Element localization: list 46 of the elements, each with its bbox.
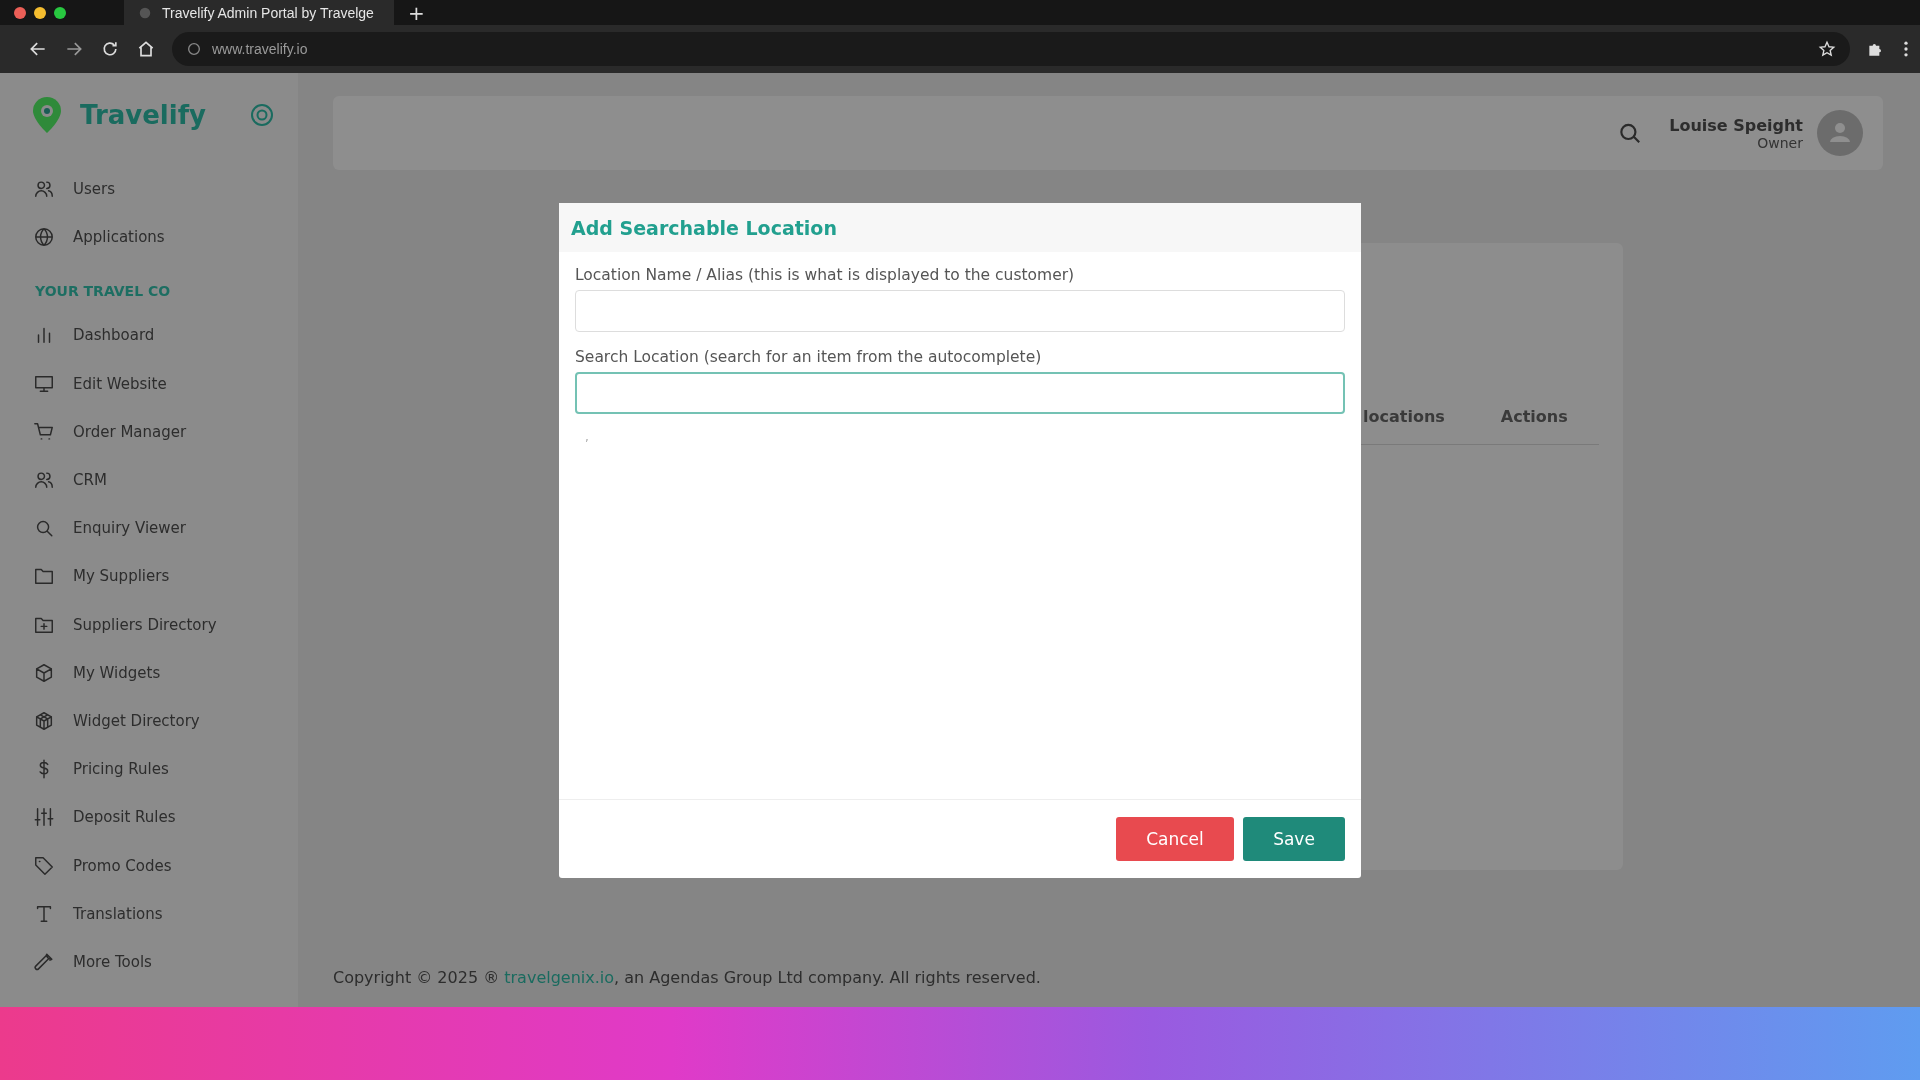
- nav-item[interactable]: Widget Directory: [30, 696, 298, 746]
- tag-icon: [33, 854, 55, 877]
- nav-item[interactable]: Promo Codes: [30, 841, 298, 890]
- input-field[interactable]: [575, 290, 1345, 332]
- column-header: Actions: [1500, 407, 1568, 426]
- nav-item[interactable]: My Suppliers: [30, 552, 298, 601]
- nav-item[interactable]: Users: [30, 165, 298, 214]
- nav-item[interactable]: CRM: [30, 455, 298, 505]
- nav-item[interactable]: My Widgets: [30, 648, 298, 697]
- nav-item[interactable]: Enquiry Viewer: [30, 504, 298, 553]
- copyright-text: Copyright © 2025 ® travelgenix.io, an Agendas Group Ltd company. All rights reserved.: [333, 968, 1042, 989]
- save-button[interactable]: Save: [1243, 817, 1345, 861]
- cube-icon: [33, 709, 55, 732]
- user-role: Owner: [1757, 134, 1803, 151]
- brand-name: Travelify: [80, 100, 207, 130]
- zoom-dot[interactable]: [54, 6, 66, 19]
- minimize-dot[interactable]: [34, 6, 46, 19]
- nav-item[interactable]: Suppliers Directory: [30, 600, 298, 649]
- cancel-button[interactable]: Cancel: [1116, 817, 1234, 861]
- home-icon[interactable]: [136, 39, 156, 59]
- modal-title: Add Searchable Location: [571, 216, 837, 239]
- column-header: locations: [1363, 407, 1445, 426]
- cube-icon: [33, 661, 55, 684]
- nav-item[interactable]: Translations: [30, 889, 298, 938]
- user-name: Louise Speight: [1669, 115, 1803, 135]
- address-bar[interactable]: www.travelify.io: [172, 32, 1850, 66]
- logo-icon: [30, 95, 64, 135]
- browser-tab[interactable]: Travelify Admin Portal by Travelge: [124, 0, 394, 25]
- more-icon[interactable]: [1902, 39, 1910, 59]
- stray-mark: ,: [585, 430, 590, 444]
- nav-item[interactable]: Deposit Rules: [30, 793, 298, 842]
- field-label: Location Name / Alias (this is what is displayed to the customer): [575, 266, 1076, 284]
- nav-item[interactable]: Edit Website: [30, 359, 298, 408]
- nav-item[interactable]: Applications: [30, 213, 298, 262]
- input-field[interactable]: [575, 372, 1345, 414]
- nav-item[interactable]: Order Manager: [30, 407, 298, 456]
- new-tab-button[interactable]: +: [407, 0, 425, 25]
- reload-icon[interactable]: [100, 39, 120, 59]
- close-dot[interactable]: [14, 6, 26, 19]
- nav-item[interactable]: Dashboard: [30, 311, 298, 360]
- cart-icon: [33, 420, 55, 443]
- sliders-icon: [33, 806, 55, 829]
- nav-item[interactable]: More Tools: [30, 937, 298, 986]
- nav-item[interactable]: Pricing Rules: [30, 745, 298, 794]
- section-heading: YOUR TRAVEL CO: [35, 283, 172, 300]
- field-label: Search Location (search for an item from the autocomplete): [575, 348, 1043, 366]
